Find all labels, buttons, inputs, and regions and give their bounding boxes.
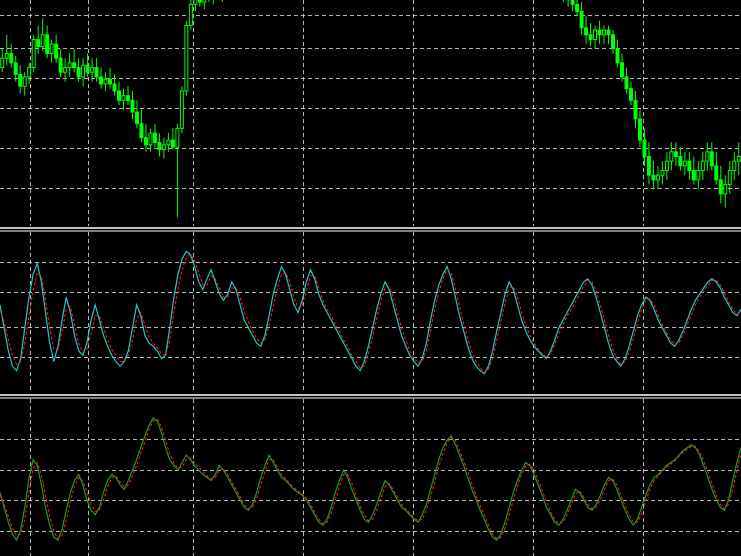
candle-body[interactable] [732, 160, 737, 172]
candle-body[interactable] [202, 0, 207, 3]
candle-body[interactable] [152, 132, 157, 143]
candle-body[interactable] [76, 67, 81, 78]
candle-body[interactable] [125, 95, 130, 101]
candle-body[interactable] [655, 174, 660, 181]
candle-body[interactable] [18, 74, 23, 87]
candle-body[interactable] [112, 83, 117, 92]
candle-body[interactable] [170, 139, 175, 148]
candle-body[interactable] [660, 170, 665, 176]
candle-body[interactable] [682, 160, 687, 167]
candle-body[interactable] [691, 170, 696, 181]
candle-body[interactable] [705, 151, 710, 162]
chart-canvas[interactable] [0, 0, 741, 556]
candle-body[interactable] [67, 62, 72, 69]
candle-body[interactable] [673, 151, 678, 157]
candle-body[interactable] [646, 155, 651, 176]
candle-body[interactable] [157, 141, 162, 150]
candle-body[interactable] [718, 179, 723, 195]
candle-body[interactable] [94, 67, 99, 78]
candle-body[interactable] [45, 34, 50, 55]
candle-body[interactable] [85, 64, 90, 73]
candle-body[interactable] [184, 24, 189, 92]
candle-body[interactable] [31, 38, 36, 69]
candle-body[interactable] [130, 99, 135, 113]
candle-body[interactable] [175, 127, 180, 148]
candle-body[interactable] [570, 0, 575, 5]
candle-body[interactable] [575, 3, 580, 12]
candle-body[interactable] [161, 144, 166, 150]
candle-body[interactable] [602, 29, 607, 36]
candle-body[interactable] [90, 67, 95, 73]
candle-body[interactable] [36, 38, 41, 47]
candle-body[interactable] [58, 57, 63, 73]
candle-body[interactable] [103, 78, 108, 85]
candle-body[interactable] [597, 29, 602, 36]
candle-body[interactable] [139, 123, 144, 139]
candle-body[interactable] [4, 53, 9, 59]
candle-body[interactable] [633, 99, 638, 120]
candle-body[interactable] [134, 111, 139, 125]
candle-body[interactable] [13, 62, 18, 76]
candle-body[interactable] [81, 64, 86, 78]
candle-body[interactable] [664, 160, 669, 172]
candle-body[interactable] [678, 155, 683, 167]
candle-body[interactable] [72, 62, 77, 69]
candle-body[interactable] [63, 67, 68, 73]
candle-body[interactable] [619, 62, 624, 78]
candle-body[interactable] [709, 151, 714, 167]
candle-body[interactable] [588, 34, 593, 40]
candle-body[interactable] [188, 3, 193, 26]
candle-body[interactable] [723, 184, 728, 195]
candle-body[interactable] [54, 43, 59, 59]
candle-body[interactable] [148, 132, 153, 146]
candle-body[interactable] [628, 88, 633, 101]
candle-body[interactable] [637, 118, 642, 141]
candle-body[interactable] [108, 78, 113, 85]
candle-body[interactable] [669, 151, 674, 162]
candle-body[interactable] [22, 76, 27, 87]
candle-body[interactable] [700, 160, 705, 172]
candle-body[interactable] [179, 90, 184, 129]
candle-body[interactable] [687, 160, 692, 172]
candle-body[interactable] [193, 0, 198, 5]
candle-body[interactable] [696, 170, 701, 181]
candle-body[interactable] [579, 10, 584, 29]
candle-body[interactable] [0, 57, 5, 69]
candle-body[interactable] [736, 155, 741, 162]
candle-body[interactable] [651, 174, 656, 181]
candle-body[interactable] [99, 76, 104, 85]
candle-body[interactable] [121, 95, 126, 101]
trading-chart[interactable] [0, 0, 741, 556]
candle-body[interactable] [642, 139, 647, 157]
candle-body[interactable] [197, 0, 202, 3]
candle-body[interactable] [166, 139, 171, 146]
candle-body[interactable] [624, 76, 629, 90]
candle-body[interactable] [9, 53, 14, 64]
candle-body[interactable] [117, 90, 122, 101]
candle-body[interactable] [593, 29, 598, 40]
candle-body[interactable] [615, 48, 620, 64]
candle-body[interactable] [143, 137, 148, 146]
candle-body[interactable] [27, 67, 32, 78]
candle-body[interactable] [606, 29, 611, 36]
candle-body[interactable] [584, 27, 589, 36]
candle-body[interactable] [49, 43, 54, 55]
candle-body[interactable] [40, 34, 45, 47]
candle-body[interactable] [714, 165, 719, 181]
candle-body[interactable] [727, 170, 732, 186]
candle-body[interactable] [611, 34, 616, 50]
